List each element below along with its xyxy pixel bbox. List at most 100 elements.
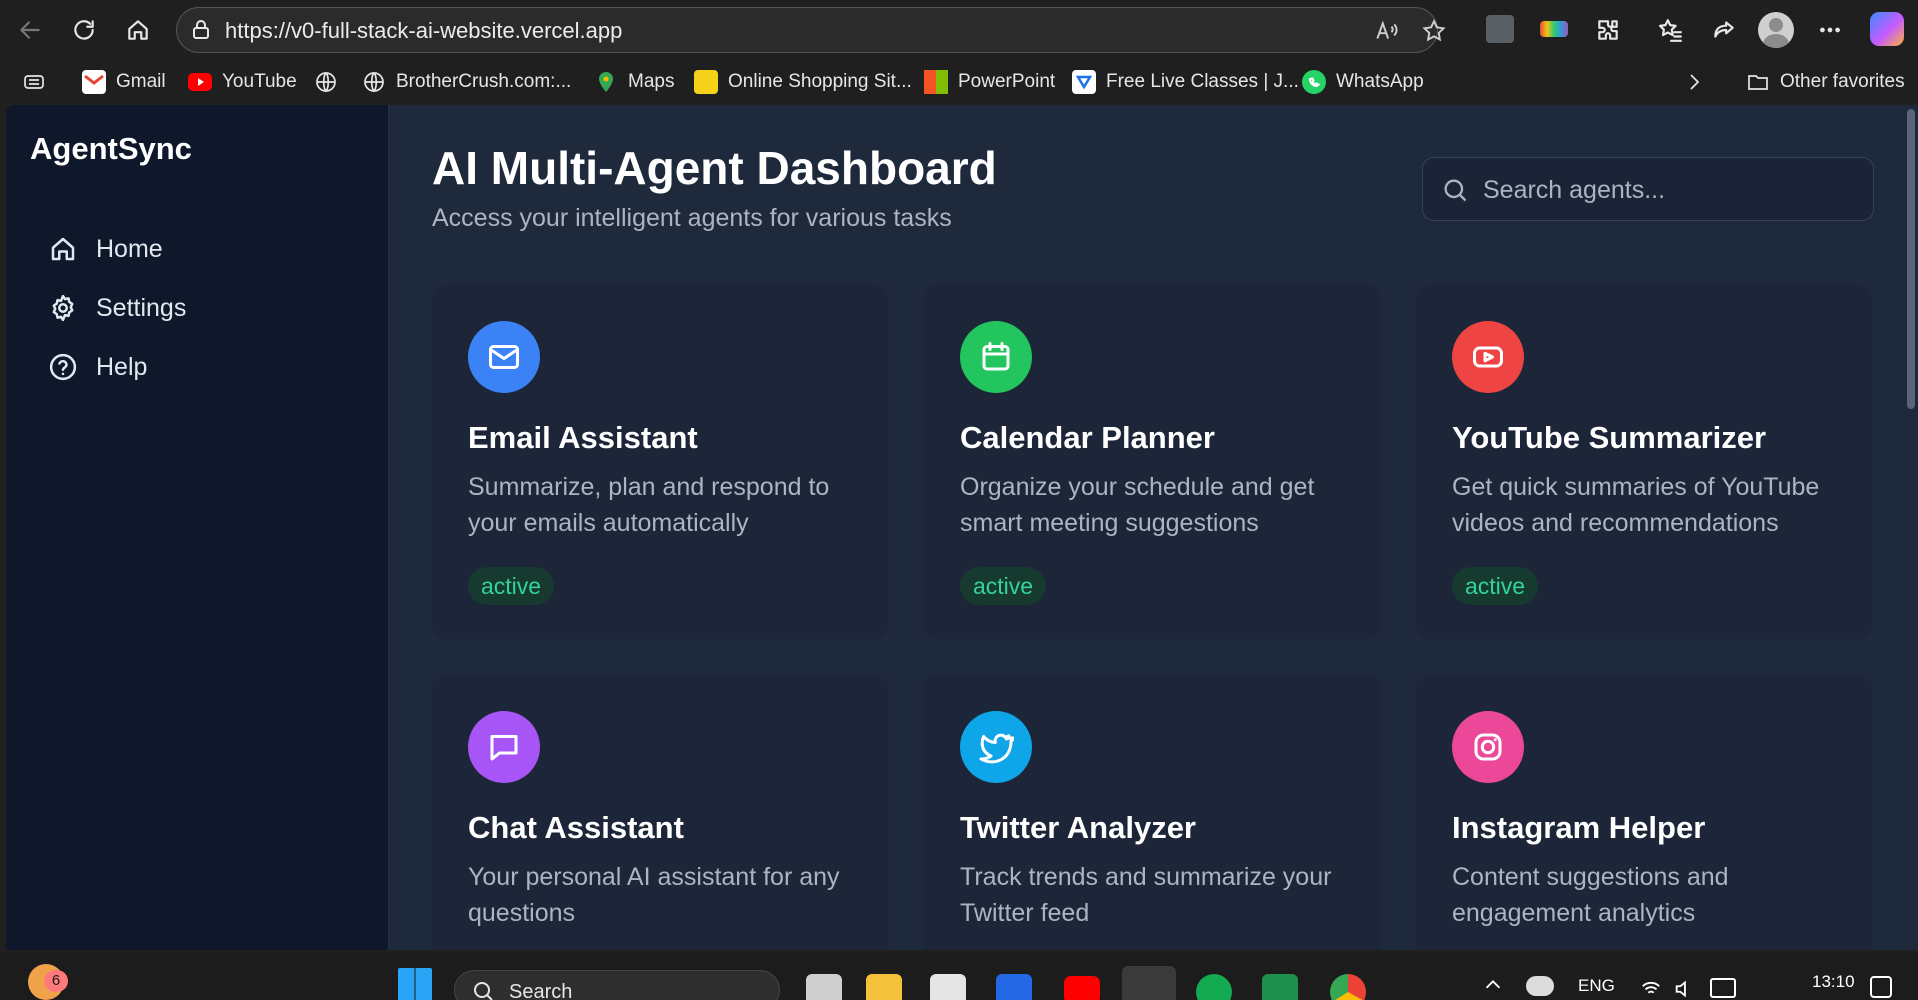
youtube-app-icon[interactable] xyxy=(1064,976,1100,1000)
gear-icon xyxy=(52,294,74,322)
whatsapp-icon xyxy=(1302,70,1326,94)
browser-toolbar: https://v0-full-stack-ai-website.vercel.… xyxy=(0,0,1918,60)
classes-icon xyxy=(1072,70,1096,94)
bookmark-youtube[interactable]: YouTube xyxy=(188,68,297,96)
sidebar-item-help[interactable]: Help xyxy=(48,347,147,387)
page-scrollbar[interactable] xyxy=(1904,105,1918,950)
agent-card-email-assistant[interactable]: Email Assistant Summarize, plan and resp… xyxy=(432,285,888,639)
page-title: AI Multi-Agent Dashboard xyxy=(432,142,997,194)
bookmark-label: Gmail xyxy=(116,71,166,92)
taskbar: 6 Search ENG 13:10 xyxy=(0,952,1918,1000)
reading-view-button[interactable] xyxy=(22,68,46,96)
chevron-right-icon xyxy=(1682,70,1706,94)
read-aloud-icon[interactable] xyxy=(1373,18,1399,44)
url-text[interactable]: https://v0-full-stack-ai-website.vercel.… xyxy=(225,18,622,44)
taskbar-search[interactable]: Search xyxy=(454,970,780,1000)
search-box[interactable] xyxy=(1422,157,1874,221)
browser-window: https://v0-full-stack-ai-website.vercel.… xyxy=(0,0,1918,1000)
microsoft-icon xyxy=(924,70,948,94)
refresh-icon xyxy=(74,20,94,40)
address-bar[interactable]: https://v0-full-stack-ai-website.vercel.… xyxy=(176,7,1446,53)
sidebar-item-settings[interactable]: Settings xyxy=(48,288,186,328)
bookmark-label: Online Shopping Sit... xyxy=(728,71,912,92)
profile-avatar[interactable] xyxy=(1758,12,1794,48)
wifi-icon[interactable] xyxy=(1638,978,1664,1000)
microsoft-store-icon[interactable] xyxy=(930,974,966,1000)
more-menu-button[interactable] xyxy=(1812,12,1848,48)
agent-description: Track trends and summarize your Twitter … xyxy=(960,863,1332,927)
mail-icon xyxy=(468,321,540,393)
bookmark-free-live-classes[interactable]: Free Live Classes | J... xyxy=(1072,68,1299,96)
bookmark-maps[interactable]: Maps xyxy=(594,68,674,96)
bookmark-brothercrush[interactable]: BrotherCrush.com:... xyxy=(362,68,571,96)
search-icon xyxy=(1441,176,1469,204)
agent-card-twitter-analyzer[interactable]: Twitter Analyzer Track trends and summar… xyxy=(924,675,1380,950)
clock-time[interactable]: 13:10 xyxy=(1812,972,1855,992)
agent-description: Get quick summaries of YouTube videos an… xyxy=(1452,473,1820,537)
youtube-icon xyxy=(188,73,212,91)
share-button[interactable] xyxy=(1706,12,1742,48)
web-page: AgentSync Home Settings Help AI Multi-Ag… xyxy=(6,105,1904,950)
volume-icon[interactable] xyxy=(1672,978,1696,1000)
language-indicator[interactable]: ENG xyxy=(1578,976,1615,996)
bookmark-online-shopping[interactable]: Online Shopping Sit... xyxy=(694,68,912,96)
windows-start-icon[interactable] xyxy=(398,968,432,1000)
sidebar-item-label: Help xyxy=(96,352,148,381)
app-icon[interactable] xyxy=(1262,974,1298,1000)
bookmarks-bar: Gmail YouTube BrotherCrush.com:... Maps … xyxy=(0,60,1918,104)
taskbar-search-label: Search xyxy=(509,981,573,1000)
bookmark-label: PowerPoint xyxy=(958,71,1056,92)
bookmark-whatsapp[interactable]: WhatsApp xyxy=(1302,68,1424,96)
back-button[interactable] xyxy=(12,12,48,48)
favorites-button[interactable] xyxy=(1652,12,1688,48)
agent-card-instagram-helper[interactable]: Instagram Helper Content suggestions and… xyxy=(1416,675,1872,950)
home-icon xyxy=(128,20,148,40)
mongodb-icon[interactable] xyxy=(1196,974,1232,1000)
agent-title: Instagram Helper xyxy=(1452,810,1706,845)
lock-icon xyxy=(189,18,213,42)
bookmark-label: WhatsApp xyxy=(1336,71,1424,92)
message-icon xyxy=(468,711,540,783)
bookmarks-overflow-button[interactable] xyxy=(1682,68,1706,96)
edge-active-icon[interactable] xyxy=(1122,966,1176,1000)
refresh-button[interactable] xyxy=(66,12,102,48)
color-extension-icon[interactable] xyxy=(1540,21,1568,37)
app-icon[interactable] xyxy=(996,974,1032,1000)
sidebar-item-home[interactable]: Home xyxy=(48,229,163,269)
agent-description: Organize your schedule and get smart mee… xyxy=(960,473,1315,537)
agent-card-youtube-summarizer[interactable]: YouTube Summarizer Get quick summaries o… xyxy=(1416,285,1872,639)
extension-icon[interactable] xyxy=(1486,15,1514,43)
favorite-star-icon[interactable] xyxy=(1421,18,1447,44)
bookmark-label: YouTube xyxy=(222,71,297,92)
search-input[interactable] xyxy=(1483,170,1853,210)
flipkart-icon xyxy=(694,70,718,94)
bookmark-globe[interactable] xyxy=(314,68,348,96)
other-favorites-button[interactable]: Other favorites xyxy=(1746,68,1905,96)
agent-card-calendar-planner[interactable]: Calendar Planner Organize your schedule … xyxy=(924,285,1380,639)
bookmark-powerpoint[interactable]: PowerPoint xyxy=(924,68,1055,96)
home-browser-button[interactable] xyxy=(120,12,156,48)
bookmark-gmail[interactable]: Gmail xyxy=(82,68,166,96)
scrollbar-thumb[interactable] xyxy=(1907,109,1915,409)
notifications-icon[interactable] xyxy=(1870,976,1892,998)
battery-icon[interactable] xyxy=(1710,978,1736,998)
tablet-icon xyxy=(22,70,46,94)
extensions-button[interactable] xyxy=(1590,12,1626,48)
copilot-icon[interactable] xyxy=(1870,12,1904,46)
bookmark-label: Free Live Classes | J... xyxy=(1106,71,1299,92)
status-badge: active xyxy=(468,567,555,605)
cloud-icon[interactable] xyxy=(1526,976,1554,996)
file-explorer-icon[interactable] xyxy=(866,974,902,1000)
instagram-icon xyxy=(1452,711,1524,783)
help-circle-icon xyxy=(49,353,77,381)
status-badge: active xyxy=(1452,567,1539,605)
agent-card-chat-assistant[interactable]: Chat Assistant Your personal AI assistan… xyxy=(432,675,888,950)
task-view-icon[interactable] xyxy=(806,974,842,1000)
chevron-up-icon[interactable] xyxy=(1482,974,1504,996)
search-icon xyxy=(474,982,493,1000)
brand-logo[interactable]: AgentSync xyxy=(30,131,192,167)
agent-description: Summarize, plan and respond to your emai… xyxy=(468,473,830,537)
notification-badge: 6 xyxy=(44,970,68,992)
chrome-icon[interactable] xyxy=(1330,974,1366,1000)
sidebar-item-label: Settings xyxy=(96,293,187,322)
